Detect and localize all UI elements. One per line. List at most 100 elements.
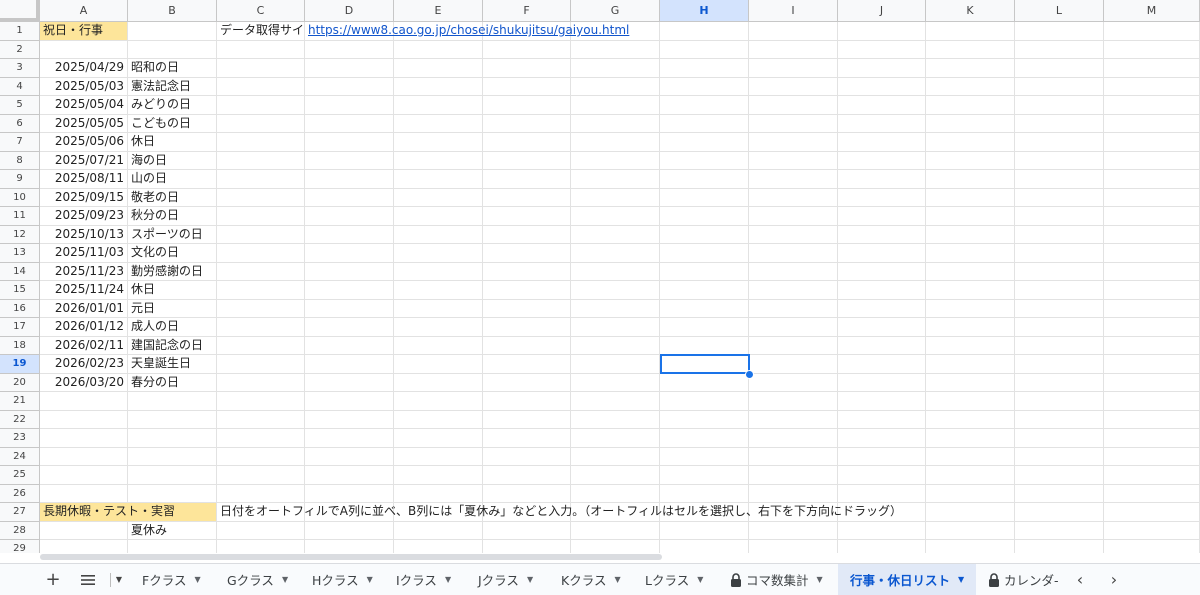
holiday-name[interactable]: みどりの日: [128, 96, 217, 115]
fill-handle[interactable]: [745, 370, 754, 379]
grid-cell[interactable]: [660, 466, 749, 485]
grid-cell[interactable]: [571, 133, 660, 152]
grid-cell[interactable]: [926, 262, 1015, 281]
row-header-28[interactable]: 28: [0, 521, 40, 540]
row-header-3[interactable]: 3: [0, 59, 40, 78]
grid-cell[interactable]: [483, 540, 571, 553]
holiday-name[interactable]: 休日: [128, 133, 217, 152]
grid-cell[interactable]: [926, 281, 1015, 300]
grid-cell[interactable]: [660, 484, 749, 503]
grid-cell[interactable]: [305, 484, 394, 503]
grid-cell[interactable]: [749, 170, 838, 189]
grid-cell[interactable]: [571, 392, 660, 411]
grid-cell[interactable]: [571, 336, 660, 355]
holiday-date[interactable]: 2025/05/05: [40, 114, 128, 133]
tab-scroll-menu-icon[interactable]: ▼: [112, 564, 126, 595]
grid-cell[interactable]: [571, 77, 660, 96]
column-header-k[interactable]: K: [926, 0, 1015, 22]
grid-cell[interactable]: [749, 318, 838, 337]
grid-cell[interactable]: [394, 447, 483, 466]
tab-f-class[interactable]: Fクラス ▼: [130, 564, 213, 595]
grid-cell[interactable]: [1104, 151, 1200, 170]
grid-cell[interactable]: [1104, 188, 1200, 207]
holiday-date[interactable]: 2025/09/23: [40, 207, 128, 226]
holiday-date[interactable]: 2025/11/03: [40, 244, 128, 263]
grid-cell[interactable]: [926, 299, 1015, 318]
row-header-23[interactable]: 23: [0, 429, 40, 448]
grid-cell[interactable]: [749, 225, 838, 244]
grid-cell[interactable]: [217, 521, 305, 540]
grid-cell[interactable]: [571, 151, 660, 170]
tab-dropdown-icon[interactable]: ▼: [817, 575, 823, 584]
grid-cell[interactable]: [1015, 207, 1104, 226]
holiday-date[interactable]: 2025/10/13: [40, 225, 128, 244]
row-header-11[interactable]: 11: [0, 207, 40, 226]
column-header-j[interactable]: J: [838, 0, 926, 22]
grid-cell[interactable]: [394, 40, 483, 59]
grid-cell[interactable]: [838, 392, 926, 411]
grid-cell[interactable]: [749, 429, 838, 448]
grid-cell[interactable]: [660, 373, 749, 392]
grid-cell[interactable]: [749, 373, 838, 392]
tab-l-class[interactable]: Lクラス ▼: [633, 564, 715, 595]
grid-cell[interactable]: [394, 59, 483, 78]
grid-cell[interactable]: [217, 373, 305, 392]
grid-cell[interactable]: [926, 22, 1015, 41]
grid-cell[interactable]: [926, 151, 1015, 170]
row-header-18[interactable]: 18: [0, 336, 40, 355]
grid-cell[interactable]: [483, 521, 571, 540]
grid-cell[interactable]: [394, 318, 483, 337]
grid-cell[interactable]: [571, 373, 660, 392]
grid-cell[interactable]: [217, 151, 305, 170]
grid-cell[interactable]: [660, 392, 749, 411]
grid-cell[interactable]: [838, 299, 926, 318]
grid-cell[interactable]: [483, 392, 571, 411]
grid-cell[interactable]: [40, 521, 128, 540]
grid-cell[interactable]: [217, 262, 305, 281]
grid-cell[interactable]: [660, 225, 749, 244]
holiday-date[interactable]: 2025/05/06: [40, 133, 128, 152]
grid-cell[interactable]: [1015, 114, 1104, 133]
grid-cell[interactable]: [838, 373, 926, 392]
grid-cell[interactable]: [749, 521, 838, 540]
grid-cell[interactable]: [749, 96, 838, 115]
grid-cell[interactable]: [1015, 540, 1104, 553]
column-header-a[interactable]: A: [40, 0, 128, 22]
grid-cell[interactable]: [926, 244, 1015, 263]
grid-cell[interactable]: [838, 447, 926, 466]
cell-c27-instruction[interactable]: 日付をオートフィルでA列に並べ、B列には「夏休み」などと入力。（オートフィルはセ…: [217, 503, 902, 522]
grid-cell[interactable]: [40, 447, 128, 466]
grid-cell[interactable]: [660, 336, 749, 355]
row-header-15[interactable]: 15: [0, 281, 40, 300]
grid-cell[interactable]: [217, 410, 305, 429]
holiday-date[interactable]: 2026/02/11: [40, 336, 128, 355]
grid-cell[interactable]: [483, 447, 571, 466]
grid-cell[interactable]: [1015, 503, 1104, 522]
grid-cell[interactable]: [838, 96, 926, 115]
grid-cell[interactable]: [1015, 22, 1104, 41]
grid-cell[interactable]: [571, 188, 660, 207]
grid-cell[interactable]: [926, 429, 1015, 448]
grid-cell[interactable]: [1104, 262, 1200, 281]
grid-cell[interactable]: [394, 225, 483, 244]
grid-cell[interactable]: [1104, 484, 1200, 503]
grid-cell[interactable]: [838, 170, 926, 189]
grid-cell[interactable]: [217, 540, 305, 553]
grid-cell[interactable]: [394, 410, 483, 429]
grid-cell[interactable]: [571, 521, 660, 540]
grid-cell[interactable]: [749, 484, 838, 503]
grid-cell[interactable]: [1104, 503, 1200, 522]
holiday-date[interactable]: 2025/08/11: [40, 170, 128, 189]
holiday-name[interactable]: 憲法記念日: [128, 77, 217, 96]
grid-cell[interactable]: [571, 225, 660, 244]
tab-k-class[interactable]: Kクラス ▼: [549, 564, 633, 595]
grid-cell[interactable]: [1104, 392, 1200, 411]
grid-cell[interactable]: [128, 447, 217, 466]
grid-cell[interactable]: [571, 484, 660, 503]
holiday-name[interactable]: 成人の日: [128, 318, 217, 337]
holiday-name[interactable]: 春分の日: [128, 373, 217, 392]
grid-cell[interactable]: [926, 207, 1015, 226]
grid-cell[interactable]: [1015, 466, 1104, 485]
grid-cell[interactable]: [838, 77, 926, 96]
grid-cell[interactable]: [1104, 114, 1200, 133]
